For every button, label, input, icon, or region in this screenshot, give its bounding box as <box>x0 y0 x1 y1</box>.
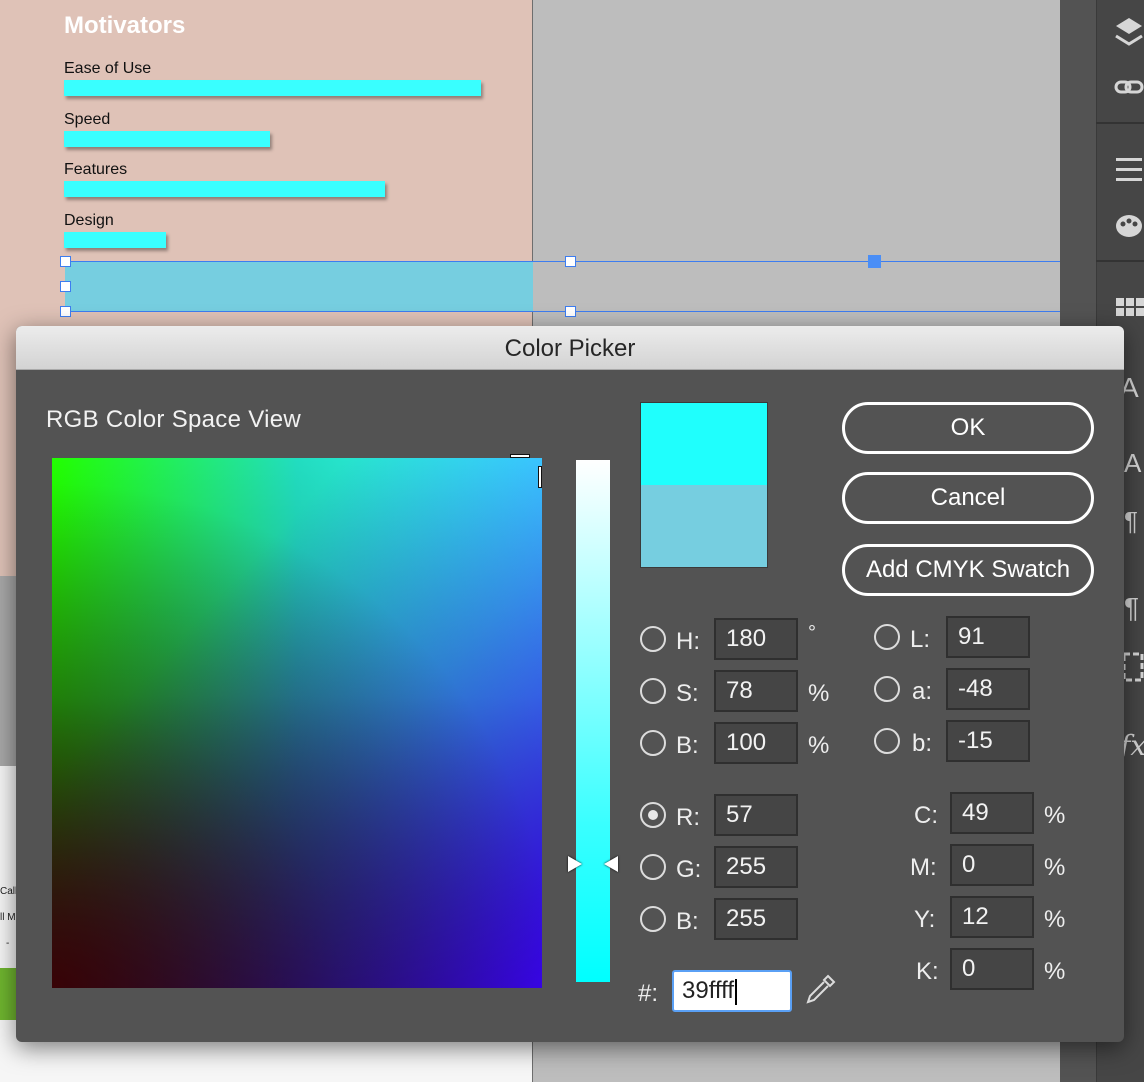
character-styles-icon[interactable]: A <box>1124 450 1141 476</box>
color-palette-icon[interactable] <box>1114 208 1144 240</box>
radio-green[interactable] <box>640 854 666 880</box>
percent-unit: % <box>808 732 830 759</box>
hex-value: 39ffff <box>682 977 735 1004</box>
align-icon[interactable] <box>1114 156 1144 184</box>
add-cmyk-swatch-button[interactable]: Add CMYK Swatch <box>842 544 1094 596</box>
green-field[interactable]: 255 <box>714 846 798 888</box>
hex-field[interactable]: 39ffff <box>672 970 792 1012</box>
lightness-label: L: <box>910 626 931 653</box>
dialog-title: Color Picker <box>16 326 1124 370</box>
bar[interactable] <box>64 232 166 248</box>
anchor-point[interactable] <box>868 255 881 268</box>
blue-label: B: <box>676 908 699 935</box>
black-field[interactable]: 0 <box>950 948 1034 990</box>
bar-label: Features <box>64 161 128 178</box>
text-caret <box>735 978 738 1005</box>
green-element <box>0 968 16 1020</box>
color-field-marker[interactable] <box>510 454 530 458</box>
blue-field[interactable]: 255 <box>714 898 798 940</box>
b-lab-field[interactable]: -15 <box>946 720 1030 762</box>
paragraph-styles-icon[interactable]: ¶ <box>1124 508 1138 534</box>
selection-handle[interactable] <box>565 256 576 267</box>
color-field-marker[interactable] <box>538 466 542 488</box>
percent-unit: % <box>808 680 830 707</box>
bar[interactable] <box>64 131 270 147</box>
bar[interactable] <box>64 80 481 96</box>
radio-brightness[interactable] <box>640 730 666 756</box>
bar-label: Speed <box>64 111 111 128</box>
selection-handle[interactable] <box>60 256 71 267</box>
color-space-label: RGB Color Space View <box>46 406 301 433</box>
b-lab-label: b: <box>912 730 933 757</box>
red-label: R: <box>676 804 700 831</box>
new-color-swatch <box>641 403 767 485</box>
original-color-swatch <box>641 485 767 567</box>
color-slider[interactable] <box>576 460 610 982</box>
slider-knob-right[interactable] <box>604 856 618 872</box>
panel-divider <box>1096 260 1144 262</box>
black-label: K: <box>916 958 939 985</box>
radio-red[interactable] <box>640 802 666 828</box>
hue-label: H: <box>676 628 700 655</box>
layers-icon[interactable] <box>1114 14 1144 54</box>
green-label: G: <box>676 856 702 883</box>
selection-bound-top <box>65 261 1060 262</box>
brightness-field[interactable]: 100 <box>714 722 798 764</box>
radio-hue[interactable] <box>640 626 666 652</box>
cancel-button[interactable]: Cancel <box>842 472 1094 524</box>
chart-title: Motivators <box>64 12 186 39</box>
degree-unit: ° <box>808 622 816 644</box>
a-field[interactable]: -48 <box>946 668 1030 710</box>
ok-button[interactable]: OK <box>842 402 1094 454</box>
cyan-label: C: <box>914 802 938 829</box>
lightness-field[interactable]: 91 <box>946 616 1030 658</box>
radio-blue[interactable] <box>640 906 666 932</box>
selection-bound-bottom <box>65 311 1060 312</box>
bar-label: Ease of Use <box>64 60 152 77</box>
cyan-field[interactable]: 49 <box>950 792 1034 834</box>
radio-a[interactable] <box>874 676 900 702</box>
percent-unit: % <box>1044 854 1066 881</box>
links-icon[interactable] <box>1114 76 1144 100</box>
magenta-field[interactable]: 0 <box>950 844 1034 886</box>
color-picker-dialog: Color Picker RGB Color Space View OK Can… <box>16 326 1124 1042</box>
brightness-label: B: <box>676 732 699 759</box>
selection-handle[interactable] <box>565 306 576 317</box>
percent-unit: % <box>1044 906 1066 933</box>
radio-lightness[interactable] <box>874 624 900 650</box>
magenta-label: M: <box>910 854 937 881</box>
text-fragment: ll M <box>0 912 16 923</box>
percent-unit: % <box>1044 958 1066 985</box>
transform-icon[interactable] <box>1122 652 1144 682</box>
hue-field[interactable]: 180 <box>714 618 798 660</box>
saturation-field[interactable]: 78 <box>714 670 798 712</box>
hex-label: #: <box>638 980 659 1007</box>
yellow-field[interactable]: 12 <box>950 896 1034 938</box>
slider-knob-left[interactable] <box>568 856 582 872</box>
color-preview <box>640 402 768 568</box>
yellow-label: Y: <box>914 906 936 933</box>
text-fragment: - <box>6 938 10 949</box>
color-field-shade <box>52 458 542 988</box>
bar-label: Design <box>64 212 114 229</box>
percent-unit: % <box>1044 802 1066 829</box>
bar[interactable] <box>64 181 385 197</box>
eyedropper-icon[interactable] <box>802 972 838 1008</box>
selection-handle[interactable] <box>60 281 71 292</box>
paragraph-icon[interactable]: ¶ <box>1124 594 1139 622</box>
selection-handle[interactable] <box>60 306 71 317</box>
swatches-icon[interactable] <box>1114 296 1144 320</box>
saturation-label: S: <box>676 680 699 707</box>
color-field[interactable] <box>52 454 542 988</box>
panel-divider <box>1096 122 1144 124</box>
text-fragment: Call <box>0 886 18 897</box>
radio-saturation[interactable] <box>640 678 666 704</box>
red-field[interactable]: 57 <box>714 794 798 836</box>
a-label: a: <box>912 678 933 705</box>
selected-rectangle[interactable] <box>65 262 533 311</box>
radio-b-lab[interactable] <box>874 728 900 754</box>
